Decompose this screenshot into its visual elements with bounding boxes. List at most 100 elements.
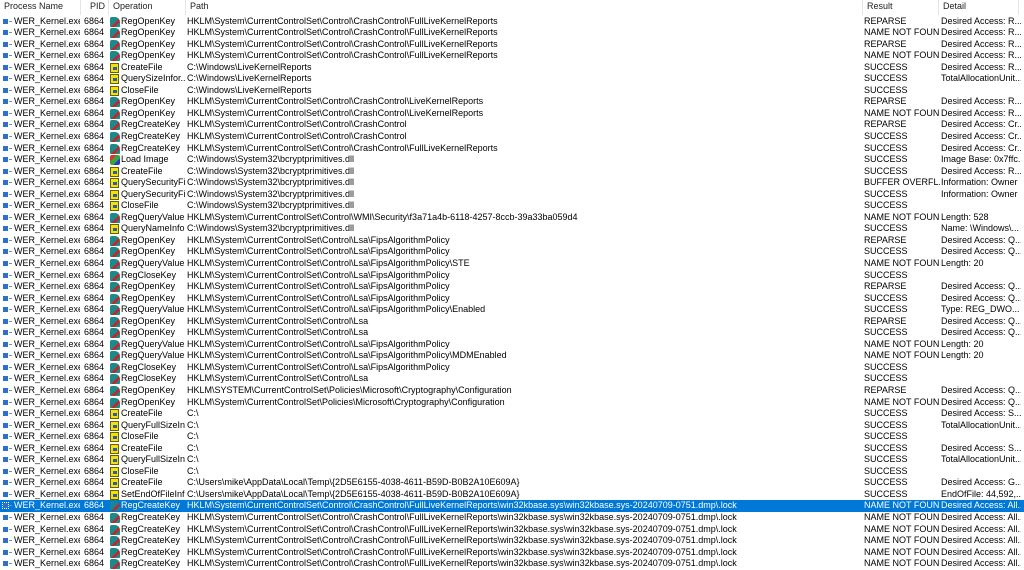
detail-cell: Desired Access: Cr... — [941, 142, 1021, 153]
table-row[interactable]: WER_Kernel.exe 6864 RegCreateKey HKLM\Syste… — [0, 119, 1024, 131]
column-pid[interactable]: PID — [81, 0, 109, 15]
table-row[interactable]: WER_Kernel.exe 6864 CloseFile C:\ SUCCESS — [0, 466, 1024, 478]
table-row[interactable]: WER_Kernel.exe 6864 RegCreateKey HKLM\Syste… — [0, 558, 1024, 570]
table-row[interactable]: WER_Kernel.exe 6864 RegOpenKey HKLM\System\… — [0, 39, 1024, 51]
column-operation[interactable]: Operation — [109, 0, 186, 15]
process-icon — [3, 157, 12, 163]
process-name-cell: WER_Kernel.exe — [14, 465, 80, 476]
table-row[interactable]: WER_Kernel.exe 6864 RegOpenKey HKLM\System\… — [0, 316, 1024, 328]
pid-cell: 6864 — [83, 350, 104, 361]
table-row[interactable]: WER_Kernel.exe 6864 CreateFile C:\Users\mik… — [0, 477, 1024, 489]
operation-cell: RegCreateKey — [121, 558, 181, 569]
table-row[interactable]: WER_Kernel.exe6864 QueryFullSizeIn...C:\ S… — [0, 454, 1024, 466]
process-name-cell: WER_Kernel.exe — [14, 165, 80, 176]
operation-cell: RegCreateKey — [121, 535, 181, 546]
table-row[interactable]: WER_Kernel.exe 6864 CreateFile C:\Windows\S… — [0, 166, 1024, 178]
result-cell: SUCCESS — [864, 188, 908, 199]
column-result[interactable]: Result — [863, 0, 939, 15]
table-row[interactable]: WER_Kernel.exe 6864 RegQueryValue HKLM\Syst… — [0, 304, 1024, 316]
pid-cell: 6864 — [83, 27, 104, 38]
detail-cell: Information: Owner — [941, 177, 1018, 188]
table-row[interactable]: WER_Kernel.exe 6864 RegQueryValue HKLM\Syst… — [0, 350, 1024, 362]
table-row[interactable]: WER_Kernel.exe 6864 RegCloseKey HKLM\System… — [0, 373, 1024, 385]
process-name-cell: WER_Kernel.exe — [14, 535, 80, 546]
table-row[interactable]: WER_Kernel.exe 6864 RegCreateKey HKLM\Syste… — [0, 131, 1024, 143]
table-row[interactable]: WER_Kernel.exe 6864 CloseFile C:\ SUCCESS — [0, 431, 1024, 443]
table-row[interactable]: WER_Kernel.exe 6864 RegOpenKey HKLM\System\… — [0, 16, 1024, 28]
result-cell: SUCCESS — [864, 269, 908, 280]
table-row[interactable]: WER_Kernel.exe 6864 RegOpenKey HKLM\System\… — [0, 108, 1024, 120]
path-cell: C:\Windows\System32\bcryptprimitives.dll — [187, 177, 355, 188]
table-row[interactable]: WER_Kernel.exe 6864 RegOpenKey HKLM\System\… — [0, 293, 1024, 305]
table-row[interactable]: WER_Kernel.exe 6864 RegCloseKey HKLM\System… — [0, 362, 1024, 374]
table-row[interactable]: WER_Kernel.exe 6864 RegCreateKey HKLM\Syste… — [0, 535, 1024, 547]
table-row[interactable]: WER_Kernel.exe 6864 RegQueryValue HKLM\Syst… — [0, 258, 1024, 270]
table-row[interactable]: WER_Kernel.exe 6864 RegOpenKey HKLM\System\… — [0, 397, 1024, 409]
table-row[interactable]: WER_Kernel.exe 6864 RegOpenKey HKLM\System\… — [0, 281, 1024, 293]
table-row[interactable]: WER_Kernel.exe 6864 RegCreateKey HKLM\Syste… — [0, 524, 1024, 536]
table-row[interactable]: WER_Kernel.exe 6864 RegCreateKey HKLM\Syste… — [0, 512, 1024, 524]
process-name-cell: WER_Kernel.exe — [14, 27, 80, 38]
table-row[interactable]: WER_Kernel.exe 6864 QueryNameInfo... C:\Win… — [0, 223, 1024, 235]
table-row[interactable]: WER_Kernel.exe 6864 CreateFile C:\Windows\L… — [0, 62, 1024, 74]
table-row[interactable]: WER_Kernel.exe6864 QuerySecurityFileC:\Wi… — [0, 189, 1024, 201]
table-row[interactable]: WER_Kernel.exe 6864 Load Image C:\Windows\S… — [0, 154, 1024, 166]
column-path[interactable]: Path — [186, 0, 863, 15]
operation-cell: RegCloseKey — [121, 361, 177, 372]
path-cell: HKLM\System\CurrentControlSet\Control\Cr… — [187, 130, 407, 141]
table-row[interactable]: WER_Kernel.exe 6864 RegQueryValue HKLM\Syst… — [0, 212, 1024, 224]
table-row[interactable]: WER_Kernel.exe 6864 RegCreateKey HKLM\Syste… — [0, 500, 1024, 513]
pid-cell: 6864 — [83, 211, 104, 222]
detail-cell: Desired Access: All... — [941, 535, 1021, 546]
result-cell: SUCCESS — [864, 61, 908, 72]
process-icon — [3, 330, 12, 336]
detail-cell: Desired Access: R... — [941, 96, 1021, 107]
table-row[interactable]: WER_Kernel.exe 6864 RegOpenKey HKLM\System\… — [0, 50, 1024, 62]
table-row[interactable]: WER_Kernel.exe 6864 CreateFile C:\ SUCCESS De… — [0, 443, 1024, 455]
table-row[interactable]: WER_Kernel.exe 6864 RegCloseKey HKLM\System… — [0, 270, 1024, 282]
table-row[interactable]: WER_Kernel.exe 6864 RegOpenKey HKLM\System\… — [0, 327, 1024, 339]
table-row[interactable]: WER_Kernel.exe 6864 RegOpenKey HKLM\System\… — [0, 235, 1024, 247]
operation-cell: CreateFile — [121, 442, 163, 453]
table-row[interactable]: WER_Kernel.exe 6864 RegCreateKey HKLM\Syste… — [0, 547, 1024, 559]
pid-cell: 6864 — [83, 15, 104, 26]
path-cell: C:\ — [187, 431, 199, 442]
table-row[interactable]: WER_Kernel.exe6864 QueryFullSizeIn...C:\ S… — [0, 420, 1024, 432]
column-detail[interactable]: Detail — [939, 0, 1019, 15]
process-icon — [3, 30, 12, 36]
path-cell: HKLM\System\CurrentControlSet\Control\Ls… — [187, 350, 507, 361]
process-name-cell: WER_Kernel.exe — [14, 50, 80, 61]
table-row[interactable]: WER_Kernel.exe 6864 CloseFile C:\Windows\Sy… — [0, 200, 1024, 212]
table-row[interactable]: WER_Kernel.exe 6864 CloseFile C:\Windows\Li… — [0, 85, 1024, 97]
pid-cell: 6864 — [83, 338, 104, 349]
column-process-name[interactable]: Process Name — [0, 0, 81, 15]
process-icon — [3, 307, 12, 313]
table-row[interactable]: WER_Kernel.exe 6864 RegOpenKey HKLM\System\… — [0, 96, 1024, 108]
table-row[interactable]: WER_Kernel.exe6864 QuerySecurityFileC:\Wi… — [0, 177, 1024, 189]
result-cell: NAME NOT FOUND — [864, 338, 940, 349]
table-row[interactable]: WER_Kernel.exe 6864 RegCreateKey HKLM\Syste… — [0, 143, 1024, 155]
registry-icon — [110, 28, 120, 39]
detail-cell: Desired Access: G... — [941, 477, 1021, 488]
table-row[interactable]: WER_Kernel.exe 6864 RegQueryValue HKLM\Syst… — [0, 339, 1024, 351]
table-row[interactable]: WER_Kernel.exe 6864 RegOpenKey HKLM\System\… — [0, 246, 1024, 258]
result-cell: NAME NOT FOUND — [864, 50, 940, 61]
process-name-cell: WER_Kernel.exe — [14, 142, 80, 153]
table-row[interactable]: WER_Kernel.exe 6864 RegOpenKey HKLM\SYSTEM\… — [0, 385, 1024, 397]
table-row[interactable]: WER_Kernel.exe 6864 QuerySizeInfor... C:\Wi… — [0, 73, 1024, 85]
event-list[interactable]: WER_Kernel.exe 6864 RegOpenKey HKLM\System\… — [0, 16, 1024, 570]
operation-cell: RegOpenKey — [121, 315, 176, 326]
operation-cell: SetEndOfFileInf... — [121, 488, 185, 499]
table-row[interactable]: WER_Kernel.exe 6864 CreateFile C:\ SUCCESS De… — [0, 408, 1024, 420]
file-icon — [110, 178, 119, 189]
operation-cell: CloseFile — [121, 465, 159, 476]
process-name-cell: WER_Kernel.exe — [14, 292, 80, 303]
process-icon — [3, 364, 12, 370]
file-icon — [110, 201, 119, 212]
detail-cell: Image Base: 0x7ffc... — [941, 154, 1021, 165]
table-row[interactable]: WER_Kernel.exe 6864 RegOpenKey HKLM\System\… — [0, 27, 1024, 39]
pid-cell: 6864 — [83, 477, 104, 488]
result-cell: NAME NOT FOUND — [864, 546, 940, 557]
path-cell: HKLM\System\CurrentControlSet\Control\Cr… — [187, 512, 737, 523]
table-row[interactable]: WER_Kernel.exe 6864 SetEndOfFileInf... C:\U… — [0, 489, 1024, 501]
